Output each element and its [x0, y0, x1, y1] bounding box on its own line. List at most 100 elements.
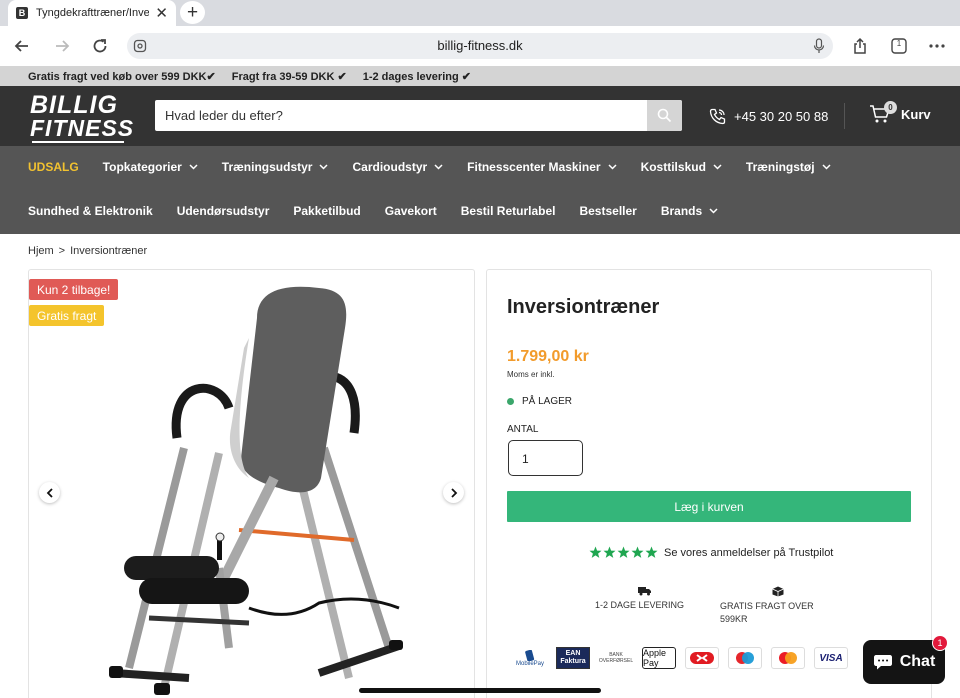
menu-item-sundhed-elektronik[interactable]: Sundhed & Elektronik: [28, 204, 153, 218]
share-button[interactable]: [848, 34, 872, 58]
chevron-down-icon: [709, 208, 718, 214]
logo-underline: [32, 141, 124, 143]
chevron-right-icon: [450, 487, 457, 498]
menu-item-pakketilbud[interactable]: Pakketilbud: [293, 204, 360, 218]
breadcrumb-current: Inversiontræner: [70, 245, 148, 257]
quantity-input[interactable]: 1: [508, 440, 583, 476]
gallery-next-button[interactable]: [443, 482, 464, 503]
in-stock-dot-icon: [507, 398, 514, 405]
search-button[interactable]: [647, 100, 682, 131]
phone-icon: [709, 108, 726, 125]
cart-button[interactable]: 0 Kurv: [869, 101, 931, 124]
menu-item-label: Brands: [660, 204, 703, 218]
menu-item-bestil-returlabel[interactable]: Bestil Returlabel: [461, 204, 556, 218]
vat-note: Moms er inkl.: [507, 370, 555, 379]
visa-icon: VISA: [814, 647, 848, 669]
search-box[interactable]: Hvad leder du efter?: [155, 100, 682, 131]
new-tab-button[interactable]: +: [180, 1, 205, 24]
feature-free-shipping-line1: GRATIS FRAGT OVER: [720, 601, 814, 611]
more-dots-icon: [929, 44, 945, 48]
menu-item-bestseller[interactable]: Bestseller: [579, 204, 636, 218]
menu-row-primary: UDSALG Topkategorier Træningsudstyr Card…: [28, 160, 855, 174]
menu-item-traeningstoj[interactable]: Træningstøj: [746, 160, 831, 174]
trustpilot-link[interactable]: Se vores anmeldelser på Trustpilot: [589, 546, 833, 559]
chat-bubble-icon: [873, 655, 892, 670]
site-favicon-icon: B: [16, 7, 28, 19]
quantity-label: ANTAL: [507, 424, 539, 435]
menu-item-cardioudstyr[interactable]: Cardioudstyr: [352, 160, 443, 174]
forward-button[interactable]: [50, 34, 74, 58]
reload-icon: [93, 39, 107, 53]
chevron-down-icon: [434, 164, 443, 170]
feature-free-shipping-line2: 599KR: [720, 614, 748, 624]
menu-item-label: Topkategorier: [102, 160, 182, 174]
reload-button[interactable]: [88, 34, 112, 58]
promo-item: Gratis fragt ved køb over 599 DKK✔: [28, 70, 216, 83]
forward-arrow-icon: [56, 40, 70, 52]
promo-item: 1-2 dages levering ✔: [362, 70, 471, 83]
mastercard-icon: [771, 647, 805, 669]
menu-item-topkategorier[interactable]: Topkategorier: [103, 160, 198, 174]
menu-item-udendorsudstyr[interactable]: Udendørsudstyr: [177, 204, 270, 218]
menu-item-kosttilskud[interactable]: Kosttilskud: [641, 160, 722, 174]
site-logo[interactable]: BILLIG FITNESS: [30, 91, 135, 143]
main-navigation: UDSALG Topkategorier Træningsudstyr Card…: [0, 146, 960, 234]
breadcrumb-home[interactable]: Hjem: [28, 245, 54, 257]
product-image[interactable]: [89, 278, 409, 698]
bank-transfer-icon: BANK OVERFØRSEL: [599, 647, 633, 669]
menu-item-label: Sundhed & Elektronik: [28, 204, 153, 218]
back-button[interactable]: [10, 34, 34, 58]
chat-unread-badge: 1: [932, 635, 948, 651]
menu-item-traeningsudstyr[interactable]: Træningsudstyr: [222, 160, 329, 174]
menu-item-udsalg[interactable]: UDSALG: [28, 160, 79, 174]
truck-icon: [638, 587, 651, 596]
promo-bar: Gratis fragt ved køb over 599 DKK✔ Fragt…: [0, 66, 960, 86]
stock-status: PÅ LAGER: [507, 396, 572, 407]
logo-line2: FITNESS: [30, 115, 135, 141]
url-text: billig-fitness.dk: [437, 38, 523, 53]
payment-label: MobilePay: [515, 660, 544, 667]
product-title: Inversiontræner: [507, 296, 660, 318]
menu-item-label: UDSALG: [28, 160, 79, 174]
search-input[interactable]: Hvad leder du efter?: [165, 108, 283, 123]
menu-item-label: Pakketilbud: [293, 204, 361, 218]
stock-status-label: PÅ LAGER: [522, 396, 573, 407]
chevron-down-icon: [608, 164, 617, 170]
free-shipping-badge: Gratis fragt: [29, 305, 105, 326]
address-bar[interactable]: billig-fitness.dk: [127, 33, 833, 59]
tabs-overview-button[interactable]: 1: [887, 34, 911, 58]
mobilepay-icon: MobilePay: [513, 647, 547, 669]
promo-item: Fragt fra 39-59 DKK ✔: [231, 70, 347, 83]
chevron-down-icon: [319, 164, 329, 170]
browser-tabbar: B Tyngdekrafttræner/Inversionstræner ✕ +: [0, 0, 960, 26]
payment-label: VISA: [819, 652, 843, 664]
feature-delivery: 1-2 DAGE LEVERING: [595, 586, 695, 610]
menu-item-label: Fitnesscenter Maskiner: [467, 160, 601, 174]
phone-contact[interactable]: +45 30 20 50 88: [709, 108, 828, 125]
star-icon: [589, 546, 658, 558]
logo-line1: BILLIG: [30, 91, 118, 119]
menu-row-secondary: Sundhed & Elektronik Udendørsudstyr Pakk…: [28, 204, 742, 218]
more-menu-button[interactable]: [925, 34, 949, 58]
gallery-prev-button[interactable]: [39, 482, 60, 503]
dankort-icon: [685, 647, 719, 669]
payment-label: Apple Pay: [643, 648, 667, 668]
menu-item-label: Træningsudstyr: [221, 160, 313, 174]
low-stock-badge: Kun 2 tilbage!: [29, 279, 119, 300]
payment-label: EAN Faktura: [560, 650, 586, 665]
chevron-left-icon: [46, 487, 53, 498]
search-icon: [657, 108, 672, 123]
product-gallery: Kun 2 tilbage! Gratis fragt: [28, 269, 475, 698]
menu-item-gavekort[interactable]: Gavekort: [385, 204, 437, 218]
back-arrow-icon: [14, 40, 28, 52]
browser-tab[interactable]: B Tyngdekrafttræner/Inversionstræner ✕: [8, 0, 176, 26]
menu-item-brands[interactable]: Brands: [661, 204, 718, 218]
close-tab-icon[interactable]: ✕: [155, 6, 168, 21]
ean-faktura-icon: EAN Faktura: [556, 647, 590, 669]
menu-item-fitnesscenter-maskiner[interactable]: Fitnesscenter Maskiner: [467, 160, 617, 174]
apple-pay-icon: Apple Pay: [642, 647, 676, 669]
add-to-cart-button[interactable]: Læg i kurven: [507, 491, 911, 522]
chevron-down-icon: [713, 164, 722, 170]
menu-item-label: Træningstøj: [745, 160, 815, 174]
microphone-icon: [813, 38, 825, 53]
